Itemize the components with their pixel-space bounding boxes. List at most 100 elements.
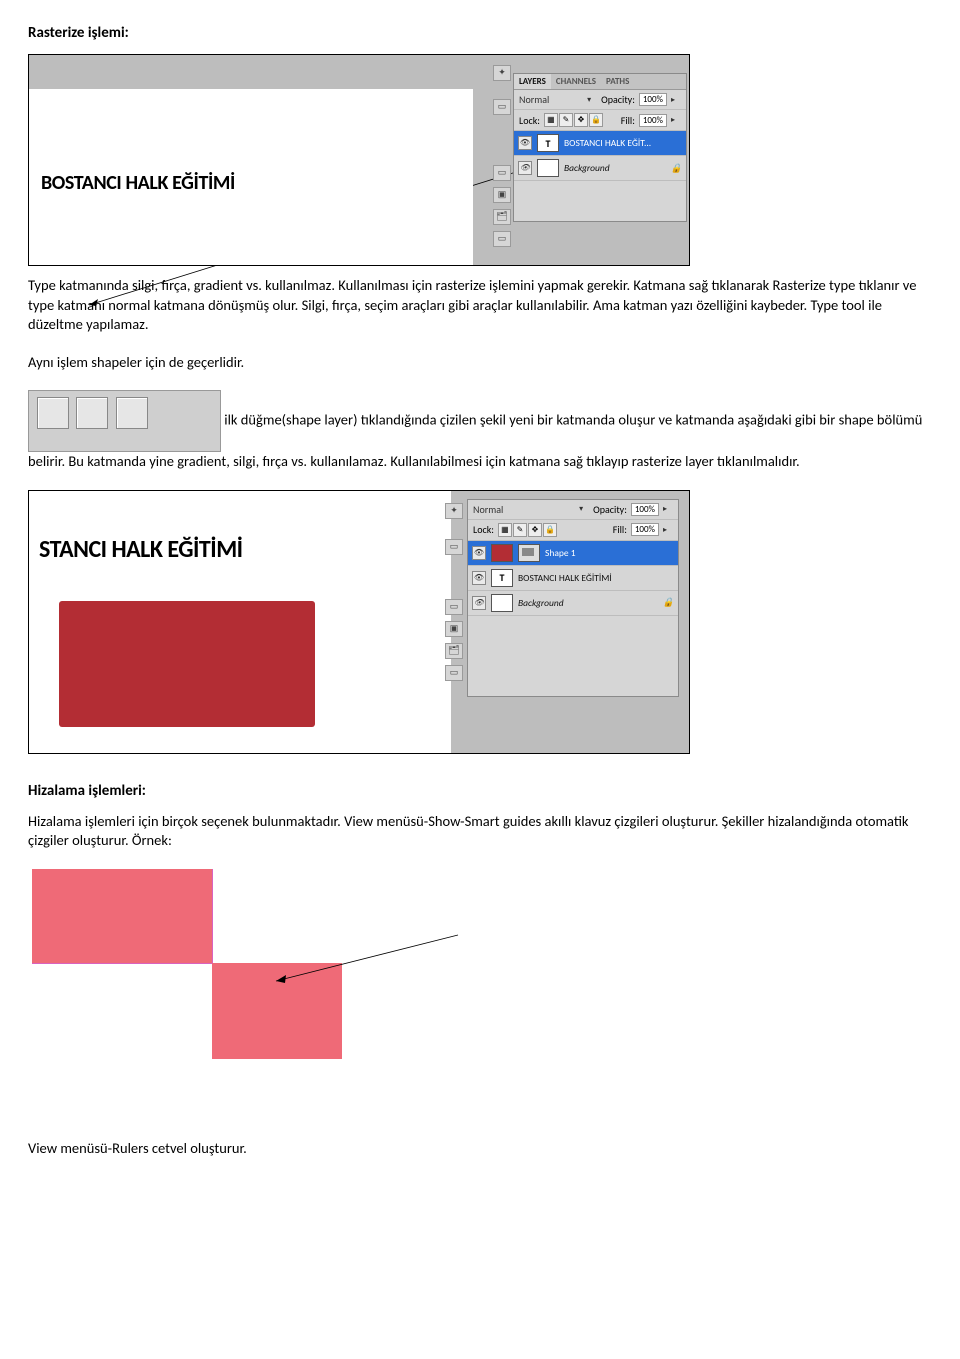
visibility-icon[interactable]: 👁 <box>518 136 532 150</box>
fill-value[interactable]: 100% <box>631 523 659 536</box>
lock-transparent-icon[interactable]: ▦ <box>544 113 558 127</box>
lock-pixels-icon[interactable]: ✎ <box>559 113 573 127</box>
panel-shortcut-col-2: ▭ ▣ 🗂 ▭ <box>493 165 511 247</box>
pink-shape-1 <box>32 869 212 963</box>
panel-shortcut-col-1: ✦ ▭ <box>493 65 511 115</box>
opacity-value[interactable]: 100% <box>639 93 667 106</box>
alignment-example <box>28 869 468 1079</box>
blend-mode[interactable]: Normal <box>519 93 549 106</box>
chevron-right-icon[interactable]: ▸ <box>671 115 681 125</box>
lock-all-icon[interactable]: 🔒 <box>543 523 557 537</box>
panel-shortcut-col-2: ▭ ▣ 🗂 ▭ <box>445 599 463 681</box>
panel-icon[interactable]: ▣ <box>493 187 511 203</box>
layers-panel: LAYERS CHANNELS PATHS Normal ▾ Opacity: … <box>513 73 687 222</box>
chevron-right-icon[interactable]: ▸ <box>663 525 673 535</box>
canvas-area: BOSTANCI HALK EĞİTİMİ <box>29 89 473 265</box>
fill-pixels-button-icon[interactable] <box>116 397 148 429</box>
lock-icon: 🔒 <box>671 163 682 174</box>
blend-row: Normal ▾ Opacity: 100% ▸ <box>514 90 686 110</box>
layer-name: BOSTANCI HALK EĞİTİMİ <box>518 572 612 584</box>
opacity-label: Opacity: <box>593 503 627 516</box>
paragraph-rasterize-explain: Type katmanında silgi, fırça, gradient v… <box>28 276 932 335</box>
shape-color-thumb <box>491 544 513 562</box>
opacity-value[interactable]: 100% <box>631 503 659 516</box>
layer-text-item[interactable]: 👁 T BOSTANCI HALK EĞİTİMİ <box>468 566 678 591</box>
lock-label: Lock: <box>519 114 540 127</box>
lock-row: Lock: ▦ ✎ ✥ 🔒 Fill: 100% ▸ <box>514 110 686 131</box>
layer-background-item[interactable]: 👁 Background 🔒 <box>514 156 686 181</box>
canvas-text: BOSTANCI HALK EĞİTİMİ <box>41 171 235 195</box>
panel-icon[interactable]: ▭ <box>493 99 511 115</box>
lock-position-icon[interactable]: ✥ <box>574 113 588 127</box>
panel-icon[interactable]: ▭ <box>493 231 511 247</box>
text-layer-thumb: T <box>491 569 513 587</box>
lock-row: Lock: ▦ ✎ ✥ 🔒 Fill: 100% ▸ <box>468 520 678 541</box>
fill-value[interactable]: 100% <box>639 114 667 127</box>
opacity-label: Opacity: <box>601 93 635 106</box>
paths-button-icon[interactable] <box>76 397 108 429</box>
text-layer-thumb: T <box>537 134 559 152</box>
screenshot-rasterize-type: BOSTANCI HALK EĞİTİMİ ✦ ▭ ▭ ▣ 🗂 ▭ LAYERS… <box>28 54 690 266</box>
layers-tabs: LAYERS CHANNELS PATHS <box>514 74 686 90</box>
paragraph-shapes-too: Aynı işlem shapeler için de geçerlidir. <box>28 353 932 373</box>
layer-name: Background <box>518 597 564 609</box>
pink-shape-2 <box>212 963 342 1059</box>
layer-name: Background <box>564 162 610 174</box>
lock-label: Lock: <box>473 523 494 536</box>
lock-pixels-icon[interactable]: ✎ <box>513 523 527 537</box>
lock-transparent-icon[interactable]: ▦ <box>498 523 512 537</box>
panel-icon[interactable]: ✦ <box>445 503 463 519</box>
chevron-right-icon[interactable]: ▸ <box>663 504 673 514</box>
screenshot-shape-layer: STANCI HALK EĞİTİMİ ✦ ▭ ▭ ▣ 🗂 ▭ Normal ▾… <box>28 490 690 754</box>
panel-icon[interactable]: ▭ <box>445 665 463 681</box>
heading-rasterize: Rasterize işlemi: <box>28 24 932 42</box>
visibility-icon[interactable]: 👁 <box>472 571 486 585</box>
tab-channels[interactable]: CHANNELS <box>551 74 601 89</box>
panel-icon[interactable]: ▭ <box>493 165 511 181</box>
layer-text-item[interactable]: 👁 T BOSTANCI HALK EĞİT... <box>514 131 686 156</box>
lock-icon: 🔒 <box>663 597 674 608</box>
chevron-down-icon[interactable]: ▾ <box>579 504 589 514</box>
paragraph-rulers: View menüsü-Rulers cetvel oluşturur. <box>28 1139 932 1159</box>
layer-name: BOSTANCI HALK EĞİT... <box>564 137 651 149</box>
panel-icon[interactable]: ▣ <box>445 621 463 637</box>
panel-icon[interactable]: ▭ <box>445 599 463 615</box>
lock-position-icon[interactable]: ✥ <box>528 523 542 537</box>
visibility-icon[interactable]: 👁 <box>472 596 486 610</box>
chevron-down-icon[interactable]: ▾ <box>587 95 597 105</box>
shape-mask-thumb <box>518 544 540 562</box>
visibility-icon[interactable]: 👁 <box>518 161 532 175</box>
canvas-area: STANCI HALK EĞİTİMİ <box>29 491 451 753</box>
tab-layers[interactable]: LAYERS <box>514 74 551 89</box>
canvas-red-shape <box>59 601 315 727</box>
paragraph-hizalama: Hizalama işlemleri için birçok seçenek b… <box>28 812 932 851</box>
bg-layer-thumb <box>491 594 513 612</box>
lock-all-icon[interactable]: 🔒 <box>589 113 603 127</box>
bg-layer-thumb <box>537 159 559 177</box>
panel-icon[interactable]: 🗂 <box>493 209 511 225</box>
lock-buttons: ▦ ✎ ✥ 🔒 <box>544 113 603 127</box>
shape-layer-button-icon[interactable] <box>37 397 69 429</box>
fill-label: Fill: <box>621 114 635 127</box>
panel-icon[interactable]: ✦ <box>493 65 511 81</box>
canvas-text: STANCI HALK EĞİTİMİ <box>39 535 243 564</box>
fill-label: Fill: <box>613 523 627 536</box>
blend-mode[interactable]: Normal <box>473 503 503 516</box>
tab-paths[interactable]: PATHS <box>601 74 634 89</box>
layer-name: Shape 1 <box>545 547 576 559</box>
chevron-right-icon[interactable]: ▸ <box>671 95 681 105</box>
layers-empty-area <box>514 181 686 221</box>
lock-buttons: ▦ ✎ ✥ 🔒 <box>498 523 557 537</box>
heading-hizalama: Hizalama işlemleri: <box>28 782 932 800</box>
shape-tool-icons <box>28 390 221 452</box>
paragraph-shape-layer: ilk düğme(shape layer) tıklandığında çiz… <box>28 390 932 472</box>
layer-shape-item[interactable]: 👁 Shape 1 <box>468 541 678 566</box>
panel-icon[interactable]: ▭ <box>445 539 463 555</box>
layers-empty-area <box>468 616 678 696</box>
panel-icon[interactable]: 🗂 <box>445 643 463 659</box>
layers-panel: Normal ▾ Opacity: 100% ▸ Lock: ▦ ✎ ✥ 🔒 F… <box>467 499 679 697</box>
panel-shortcut-col-1: ✦ ▭ <box>445 503 463 555</box>
layer-background-item[interactable]: 👁 Background 🔒 <box>468 591 678 616</box>
blend-row: Normal ▾ Opacity: 100% ▸ <box>468 500 678 520</box>
visibility-icon[interactable]: 👁 <box>472 546 486 560</box>
